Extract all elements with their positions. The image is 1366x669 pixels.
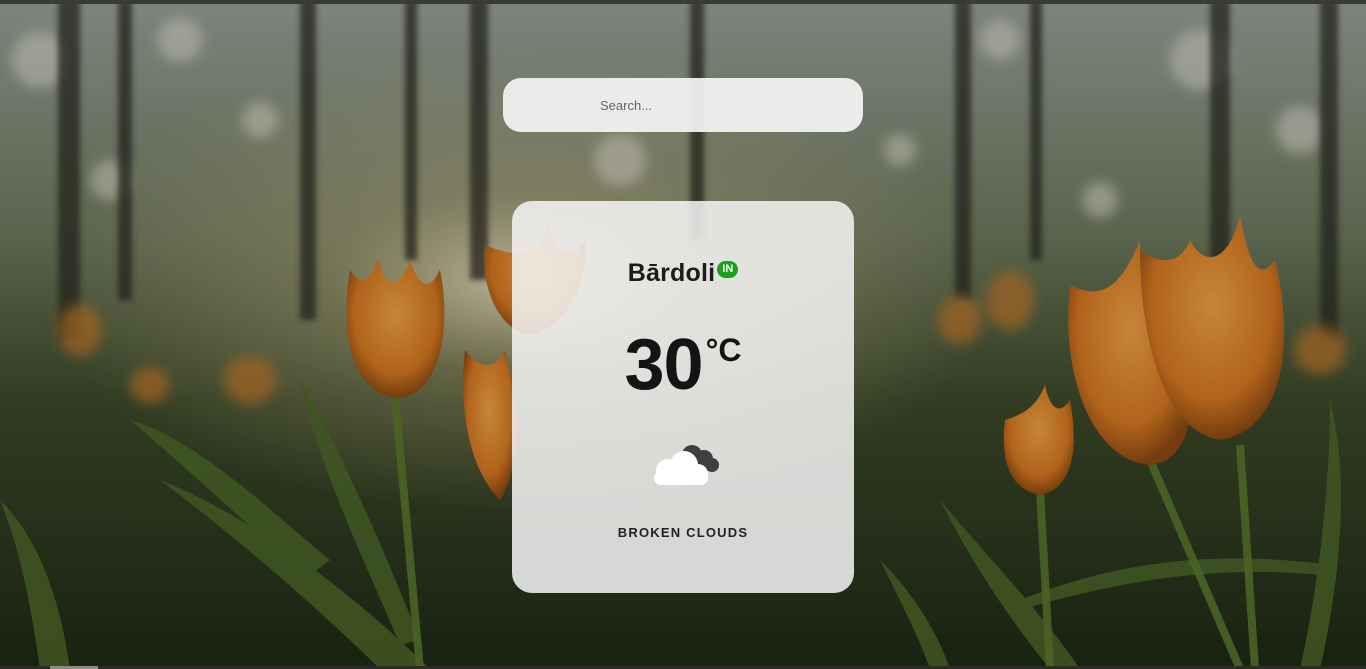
weather-card: Bārdoli IN 30°C BROKEN CLOUDS [512,201,854,593]
country-badge: IN [717,261,739,278]
search-box[interactable] [503,78,863,132]
temperature-value: 30 [624,325,704,405]
temperature-row: 30°C [512,327,854,403]
city-name: Bārdoli [627,259,716,287]
search-input[interactable] [598,96,842,114]
weather-description: BROKEN CLOUDS [617,525,749,540]
window-top-bar [0,0,1366,4]
broken-clouds-icon [648,441,720,489]
temperature-unit: °C [705,332,742,368]
weather-app-page: BārdoliIN 30°C [0,0,1366,669]
location-row: Bārdoli IN [512,259,854,288]
